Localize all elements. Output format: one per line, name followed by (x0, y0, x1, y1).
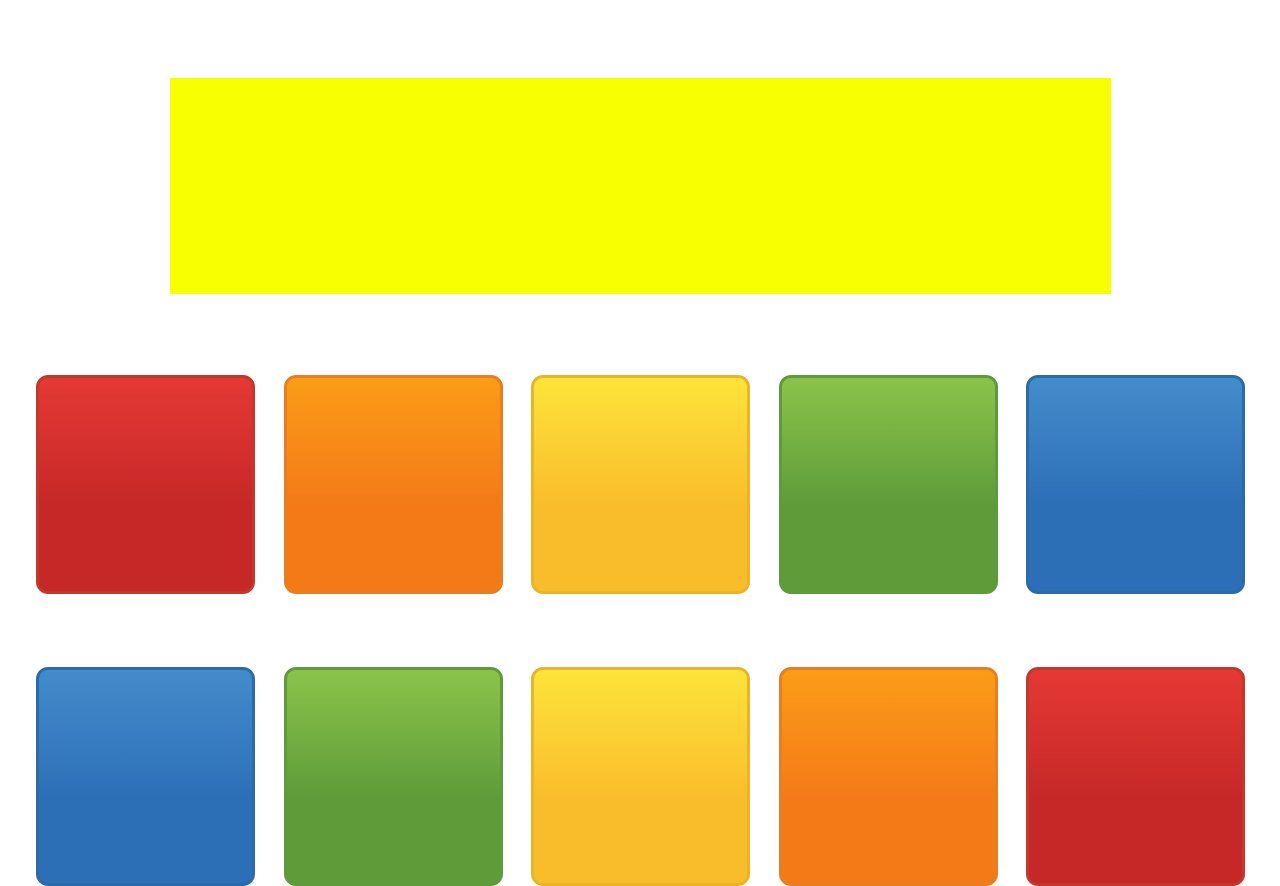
tile-orange[interactable] (778, 667, 998, 886)
tile-orange[interactable] (283, 375, 503, 594)
tile-row-2 (36, 667, 1245, 886)
tile-yellow[interactable] (531, 667, 750, 886)
tile-row-1 (36, 375, 1245, 594)
tile-blue[interactable] (1026, 375, 1245, 594)
tile-red[interactable] (1026, 667, 1245, 886)
tile-yellow[interactable] (531, 375, 750, 594)
tile-green[interactable] (283, 667, 503, 886)
tile-green[interactable] (778, 375, 998, 594)
tile-blue[interactable] (36, 667, 255, 886)
tile-red[interactable] (36, 375, 255, 594)
target-color-display (170, 78, 1111, 294)
